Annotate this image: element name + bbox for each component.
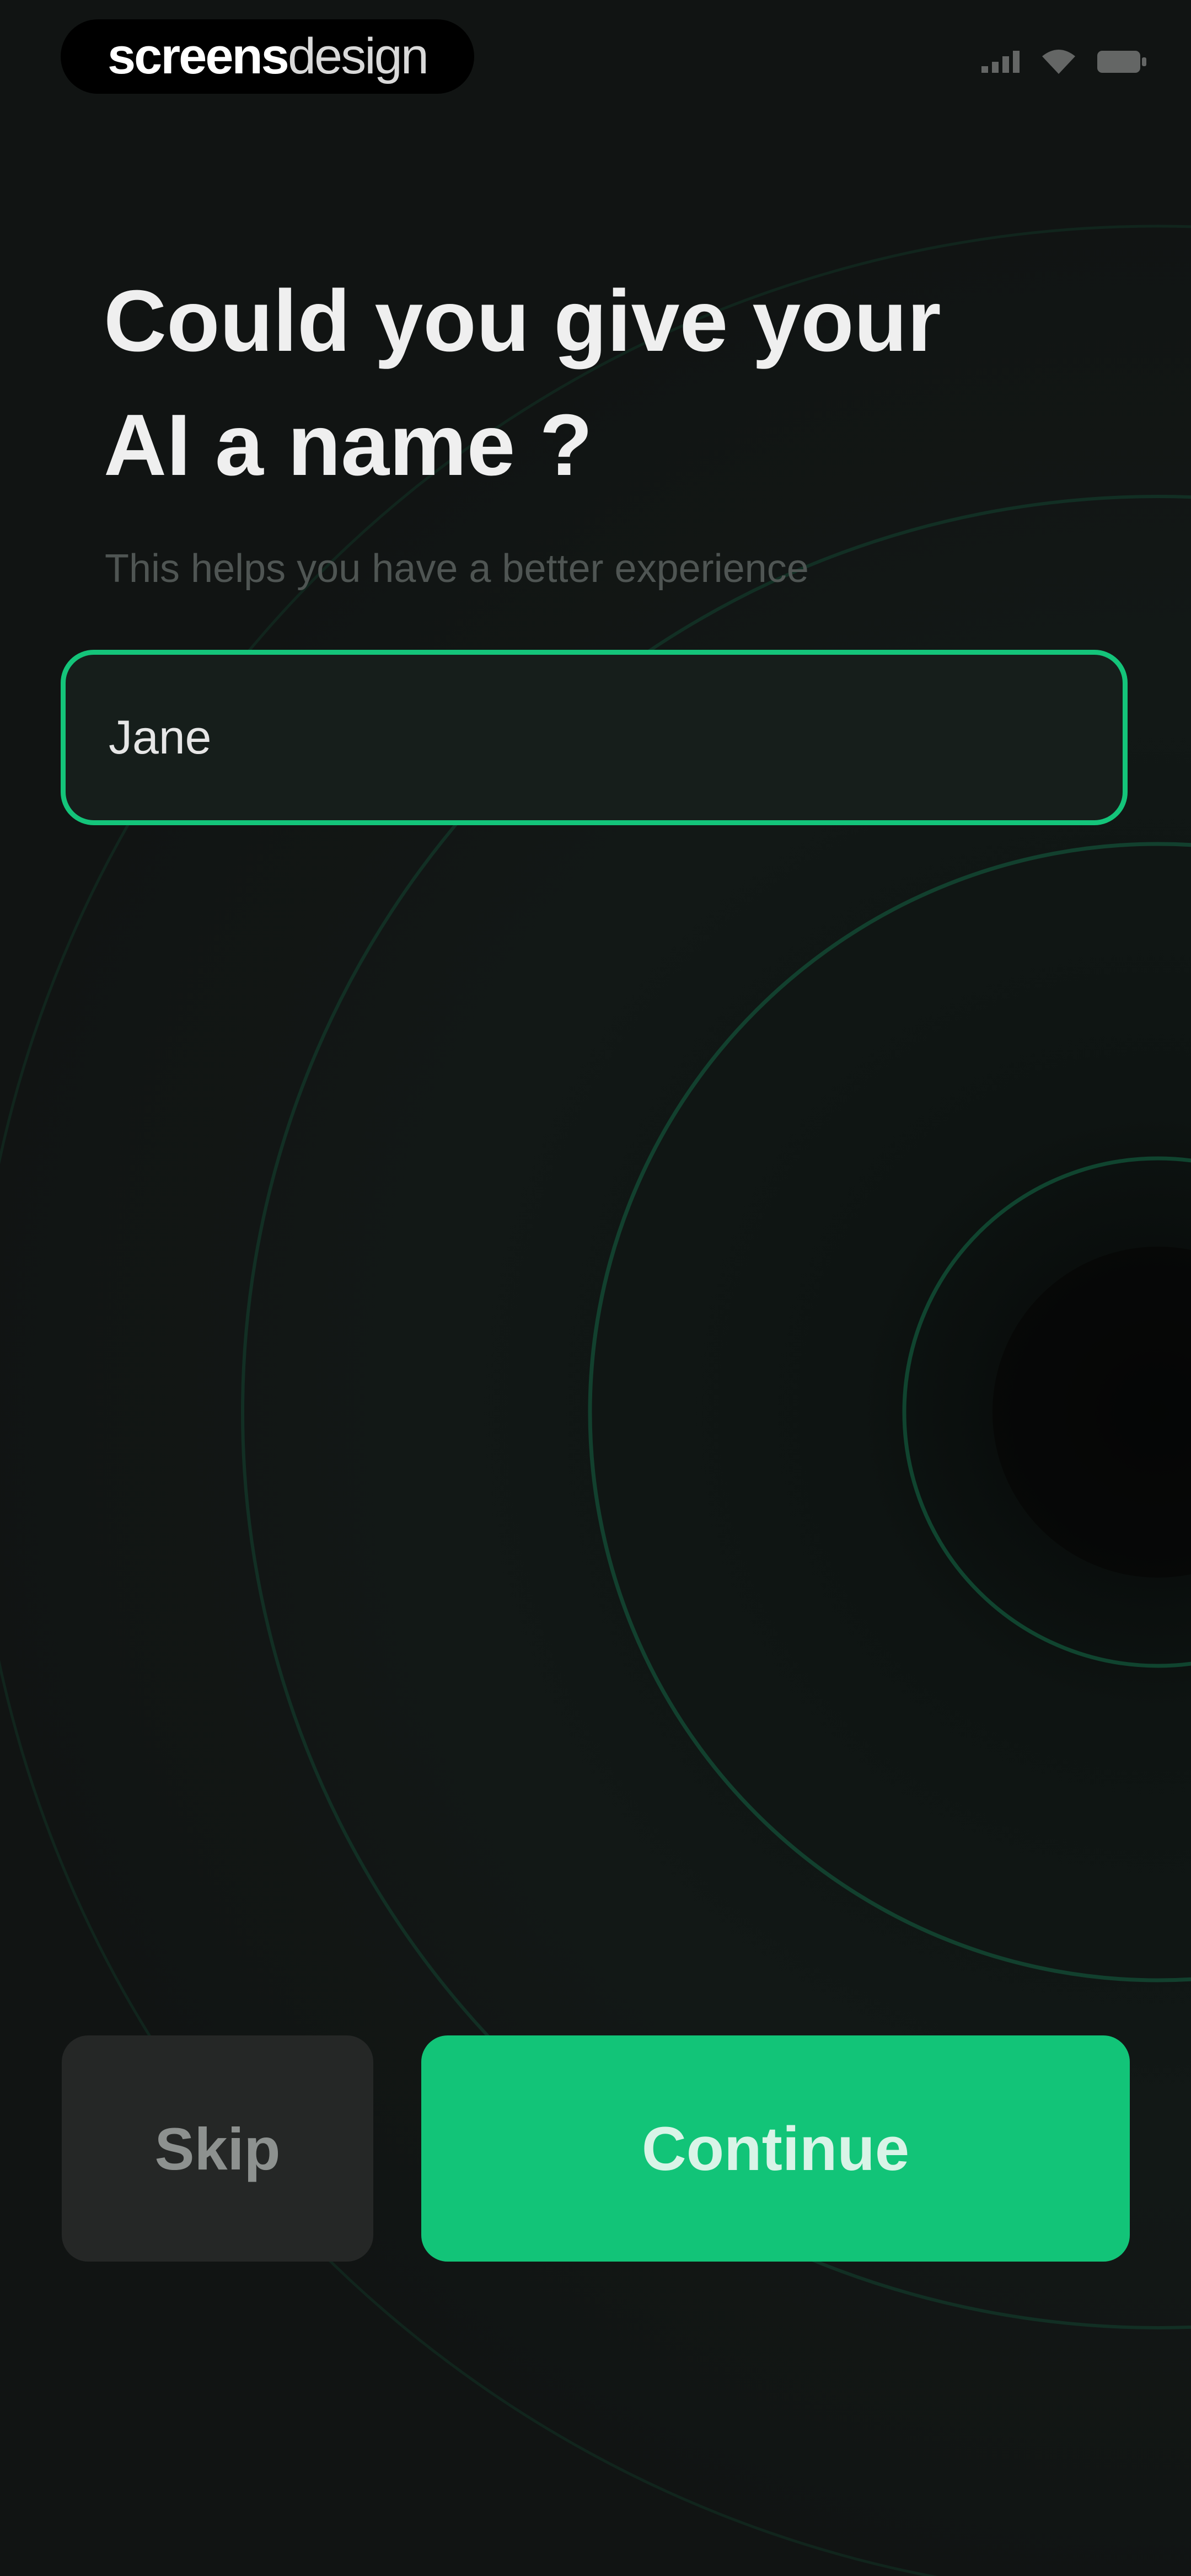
page-title: Could you give your AI a name ? <box>104 259 1041 507</box>
skip-button[interactable]: Skip <box>62 2035 373 2262</box>
page-title-line-1: Could you give your <box>104 272 941 370</box>
page-subtitle: This helps you have a better experience <box>105 547 809 591</box>
page-title-line-2: AI a name ? <box>104 397 593 494</box>
continue-button[interactable]: Continue <box>421 2035 1130 2262</box>
ai-name-field[interactable] <box>61 650 1128 825</box>
ai-name-input[interactable] <box>109 710 1123 765</box>
onboarding-screen: Could you give your AI a name ? This hel… <box>0 0 1191 2576</box>
